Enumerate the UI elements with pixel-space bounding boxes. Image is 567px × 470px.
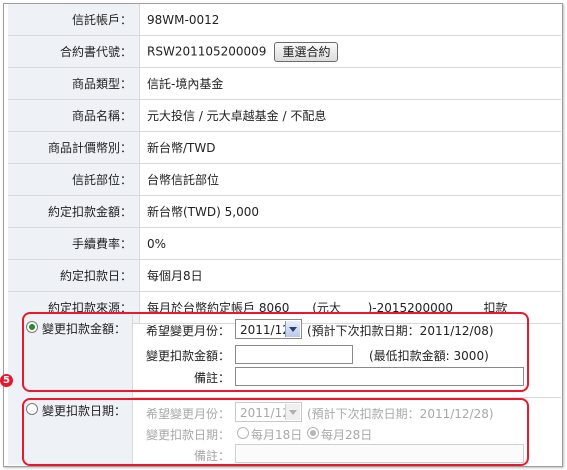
table-row: 商品計價幣別： 新台幣/TWD bbox=[8, 131, 561, 164]
debit-day-value: 每個月8日 bbox=[139, 259, 561, 292]
reselect-contract-button[interactable]: 重選合約 bbox=[274, 41, 339, 62]
row-label: 合約書代號： bbox=[8, 35, 140, 68]
fee-rate-value: 0% bbox=[139, 227, 561, 260]
row-label: 約定扣款金額： bbox=[8, 195, 140, 228]
contract-info-table: 信託帳戶： 98WM-0012 合約書代號： RSW201105200009 重選合約… bbox=[8, 4, 561, 324]
table-row: 約定扣款金額： 新台幣(TWD) 5,000 bbox=[8, 195, 561, 228]
highlight-box-amount bbox=[22, 312, 529, 392]
table-row: 手續費率： 0% bbox=[8, 227, 561, 260]
row-label: 信託帳戶： bbox=[8, 4, 140, 36]
table-row: 合約書代號： RSW201105200009 重選合約 bbox=[8, 35, 561, 68]
row-label: 手續費率： bbox=[8, 227, 140, 260]
debit-amount-value: 新台幣(TWD) 5,000 bbox=[139, 195, 561, 228]
table-row: 商品類型： 信託-境內基金 bbox=[8, 67, 561, 100]
row-label: 商品名稱： bbox=[8, 99, 140, 132]
table-row: 信託部位： 台幣信託部位 bbox=[8, 163, 561, 196]
currency-value: 新台幣/TWD bbox=[139, 131, 561, 164]
highlight-box-date bbox=[22, 398, 529, 466]
contract-code-value: RSW201105200009 bbox=[147, 44, 267, 58]
trust-position-value: 台幣信託部位 bbox=[139, 163, 561, 196]
table-row: 商品名稱： 元大投信 / 元大卓越基金 / 不配息 bbox=[8, 99, 561, 132]
step-number-badge: 5 bbox=[0, 374, 13, 387]
row-label: 商品計價幣別： bbox=[8, 131, 140, 164]
product-type-value: 信託-境內基金 bbox=[139, 67, 561, 100]
table-row: 信託帳戶： 98WM-0012 bbox=[8, 4, 561, 36]
table-row: 約定扣款日： 每個月8日 bbox=[8, 259, 561, 292]
row-label: 信託部位： bbox=[8, 163, 140, 196]
trust-account-value: 98WM-0012 bbox=[139, 4, 561, 36]
row-label: 約定扣款日： bbox=[8, 259, 140, 292]
product-name-value: 元大投信 / 元大卓越基金 / 不配息 bbox=[139, 99, 561, 132]
row-label: 商品類型： bbox=[8, 67, 140, 100]
